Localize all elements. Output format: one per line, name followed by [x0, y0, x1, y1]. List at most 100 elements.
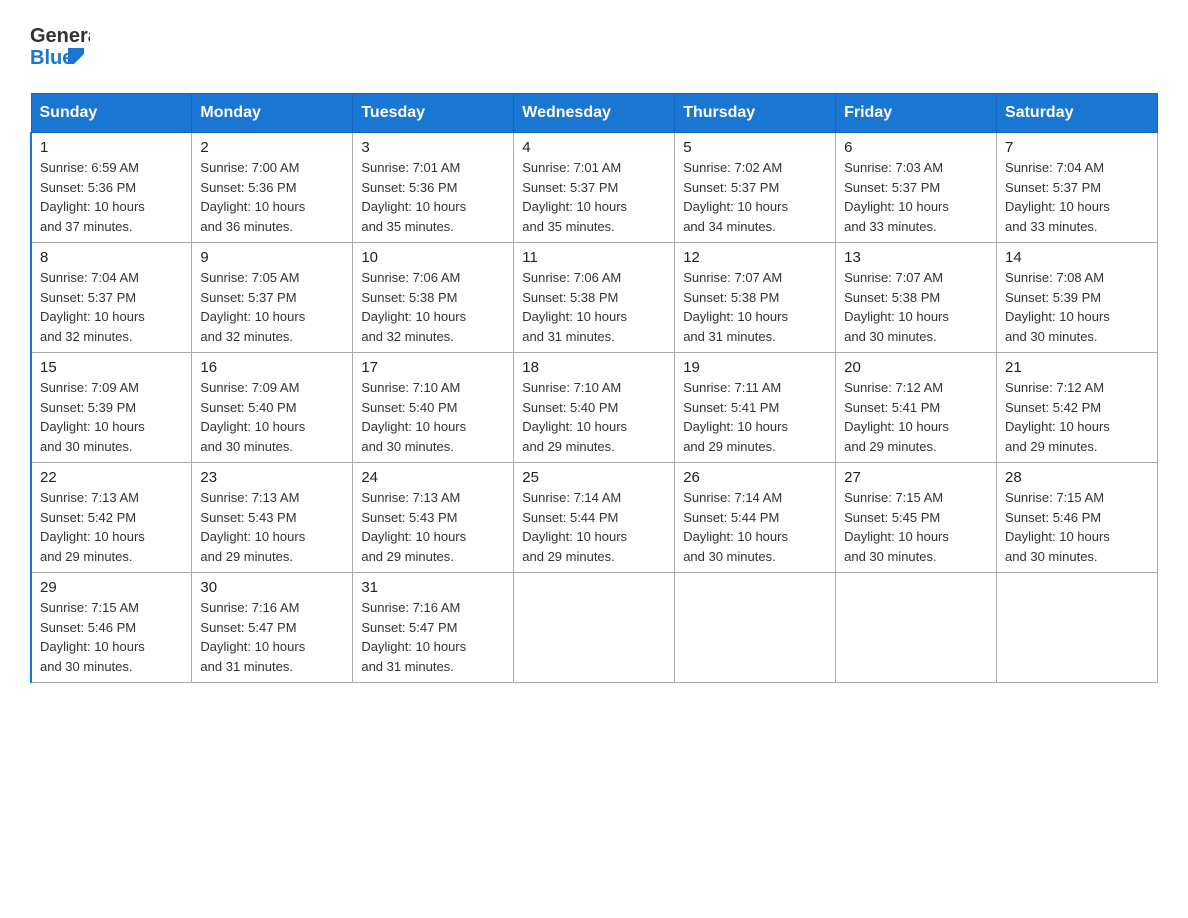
day-number: 8 [40, 249, 183, 266]
calendar-cell: 5 Sunrise: 7:02 AMSunset: 5:37 PMDayligh… [675, 133, 836, 243]
calendar-cell: 3 Sunrise: 7:01 AMSunset: 5:36 PMDayligh… [353, 133, 514, 243]
day-number: 21 [1005, 359, 1149, 376]
calendar-cell [514, 573, 675, 683]
day-info: Sunrise: 7:13 AMSunset: 5:42 PMDaylight:… [40, 488, 183, 566]
day-info: Sunrise: 7:04 AMSunset: 5:37 PMDaylight:… [1005, 158, 1149, 236]
calendar-cell: 21 Sunrise: 7:12 AMSunset: 5:42 PMDaylig… [997, 353, 1158, 463]
day-info: Sunrise: 7:06 AMSunset: 5:38 PMDaylight:… [361, 268, 505, 346]
calendar-cell: 16 Sunrise: 7:09 AMSunset: 5:40 PMDaylig… [192, 353, 353, 463]
day-info: Sunrise: 7:05 AMSunset: 5:37 PMDaylight:… [200, 268, 344, 346]
day-header-friday: Friday [836, 94, 997, 133]
day-info: Sunrise: 7:11 AMSunset: 5:41 PMDaylight:… [683, 378, 827, 456]
day-number: 19 [683, 359, 827, 376]
day-info: Sunrise: 7:15 AMSunset: 5:46 PMDaylight:… [1005, 488, 1149, 566]
day-info: Sunrise: 7:10 AMSunset: 5:40 PMDaylight:… [522, 378, 666, 456]
day-info: Sunrise: 7:01 AMSunset: 5:37 PMDaylight:… [522, 158, 666, 236]
calendar-cell: 18 Sunrise: 7:10 AMSunset: 5:40 PMDaylig… [514, 353, 675, 463]
calendar-week-row: 1 Sunrise: 6:59 AMSunset: 5:36 PMDayligh… [31, 133, 1158, 243]
day-info: Sunrise: 7:14 AMSunset: 5:44 PMDaylight:… [683, 488, 827, 566]
day-number: 14 [1005, 249, 1149, 266]
calendar-cell: 19 Sunrise: 7:11 AMSunset: 5:41 PMDaylig… [675, 353, 836, 463]
day-header-saturday: Saturday [997, 94, 1158, 133]
calendar-cell: 23 Sunrise: 7:13 AMSunset: 5:43 PMDaylig… [192, 463, 353, 573]
calendar-cell: 22 Sunrise: 7:13 AMSunset: 5:42 PMDaylig… [31, 463, 192, 573]
calendar-cell: 12 Sunrise: 7:07 AMSunset: 5:38 PMDaylig… [675, 243, 836, 353]
day-info: Sunrise: 7:16 AMSunset: 5:47 PMDaylight:… [361, 598, 505, 676]
calendar-cell: 13 Sunrise: 7:07 AMSunset: 5:38 PMDaylig… [836, 243, 997, 353]
calendar-cell: 1 Sunrise: 6:59 AMSunset: 5:36 PMDayligh… [31, 133, 192, 243]
svg-text:Blue: Blue [30, 47, 73, 69]
day-info: Sunrise: 7:15 AMSunset: 5:46 PMDaylight:… [40, 598, 183, 676]
calendar-cell: 14 Sunrise: 7:08 AMSunset: 5:39 PMDaylig… [997, 243, 1158, 353]
day-header-wednesday: Wednesday [514, 94, 675, 133]
day-info: Sunrise: 7:06 AMSunset: 5:38 PMDaylight:… [522, 268, 666, 346]
calendar-cell: 4 Sunrise: 7:01 AMSunset: 5:37 PMDayligh… [514, 133, 675, 243]
day-info: Sunrise: 7:12 AMSunset: 5:42 PMDaylight:… [1005, 378, 1149, 456]
day-number: 31 [361, 579, 505, 596]
day-header-sunday: Sunday [31, 94, 192, 133]
page-header: General Blue [30, 20, 1158, 75]
day-number: 11 [522, 249, 666, 266]
day-info: Sunrise: 7:09 AMSunset: 5:40 PMDaylight:… [200, 378, 344, 456]
calendar-cell: 25 Sunrise: 7:14 AMSunset: 5:44 PMDaylig… [514, 463, 675, 573]
day-number: 2 [200, 139, 344, 156]
day-number: 15 [40, 359, 183, 376]
calendar-cell [675, 573, 836, 683]
day-number: 17 [361, 359, 505, 376]
calendar-cell: 7 Sunrise: 7:04 AMSunset: 5:37 PMDayligh… [997, 133, 1158, 243]
day-info: Sunrise: 7:07 AMSunset: 5:38 PMDaylight:… [683, 268, 827, 346]
calendar-cell: 27 Sunrise: 7:15 AMSunset: 5:45 PMDaylig… [836, 463, 997, 573]
day-number: 18 [522, 359, 666, 376]
day-header-thursday: Thursday [675, 94, 836, 133]
day-info: Sunrise: 7:00 AMSunset: 5:36 PMDaylight:… [200, 158, 344, 236]
calendar-cell: 9 Sunrise: 7:05 AMSunset: 5:37 PMDayligh… [192, 243, 353, 353]
day-info: Sunrise: 7:03 AMSunset: 5:37 PMDaylight:… [844, 158, 988, 236]
svg-text:General: General [30, 25, 90, 47]
day-number: 5 [683, 139, 827, 156]
day-number: 13 [844, 249, 988, 266]
calendar-cell: 26 Sunrise: 7:14 AMSunset: 5:44 PMDaylig… [675, 463, 836, 573]
day-number: 30 [200, 579, 344, 596]
day-number: 3 [361, 139, 505, 156]
day-number: 16 [200, 359, 344, 376]
calendar-cell [997, 573, 1158, 683]
day-info: Sunrise: 7:09 AMSunset: 5:39 PMDaylight:… [40, 378, 183, 456]
calendar-cell: 28 Sunrise: 7:15 AMSunset: 5:46 PMDaylig… [997, 463, 1158, 573]
day-info: Sunrise: 7:10 AMSunset: 5:40 PMDaylight:… [361, 378, 505, 456]
day-number: 9 [200, 249, 344, 266]
calendar-cell: 29 Sunrise: 7:15 AMSunset: 5:46 PMDaylig… [31, 573, 192, 683]
day-number: 6 [844, 139, 988, 156]
day-number: 28 [1005, 469, 1149, 486]
calendar-week-row: 15 Sunrise: 7:09 AMSunset: 5:39 PMDaylig… [31, 353, 1158, 463]
calendar-cell: 17 Sunrise: 7:10 AMSunset: 5:40 PMDaylig… [353, 353, 514, 463]
calendar-week-row: 22 Sunrise: 7:13 AMSunset: 5:42 PMDaylig… [31, 463, 1158, 573]
day-info: Sunrise: 7:16 AMSunset: 5:47 PMDaylight:… [200, 598, 344, 676]
day-number: 25 [522, 469, 666, 486]
calendar-week-row: 29 Sunrise: 7:15 AMSunset: 5:46 PMDaylig… [31, 573, 1158, 683]
logo-icon: General Blue [30, 20, 90, 75]
day-info: Sunrise: 7:04 AMSunset: 5:37 PMDaylight:… [40, 268, 183, 346]
day-number: 22 [40, 469, 183, 486]
calendar-cell: 31 Sunrise: 7:16 AMSunset: 5:47 PMDaylig… [353, 573, 514, 683]
calendar-cell: 15 Sunrise: 7:09 AMSunset: 5:39 PMDaylig… [31, 353, 192, 463]
day-info: Sunrise: 7:14 AMSunset: 5:44 PMDaylight:… [522, 488, 666, 566]
calendar-cell: 11 Sunrise: 7:06 AMSunset: 5:38 PMDaylig… [514, 243, 675, 353]
calendar-cell [836, 573, 997, 683]
calendar-table: SundayMondayTuesdayWednesdayThursdayFrid… [30, 93, 1158, 683]
calendar-week-row: 8 Sunrise: 7:04 AMSunset: 5:37 PMDayligh… [31, 243, 1158, 353]
day-number: 29 [40, 579, 183, 596]
day-info: Sunrise: 7:13 AMSunset: 5:43 PMDaylight:… [361, 488, 505, 566]
day-number: 24 [361, 469, 505, 486]
calendar-cell: 24 Sunrise: 7:13 AMSunset: 5:43 PMDaylig… [353, 463, 514, 573]
day-number: 1 [40, 139, 183, 156]
day-info: Sunrise: 7:12 AMSunset: 5:41 PMDaylight:… [844, 378, 988, 456]
day-info: Sunrise: 7:13 AMSunset: 5:43 PMDaylight:… [200, 488, 344, 566]
calendar-cell: 8 Sunrise: 7:04 AMSunset: 5:37 PMDayligh… [31, 243, 192, 353]
logo: General Blue [30, 20, 90, 75]
day-info: Sunrise: 7:01 AMSunset: 5:36 PMDaylight:… [361, 158, 505, 236]
day-info: Sunrise: 7:15 AMSunset: 5:45 PMDaylight:… [844, 488, 988, 566]
day-info: Sunrise: 7:07 AMSunset: 5:38 PMDaylight:… [844, 268, 988, 346]
calendar-cell: 30 Sunrise: 7:16 AMSunset: 5:47 PMDaylig… [192, 573, 353, 683]
day-number: 27 [844, 469, 988, 486]
day-number: 20 [844, 359, 988, 376]
